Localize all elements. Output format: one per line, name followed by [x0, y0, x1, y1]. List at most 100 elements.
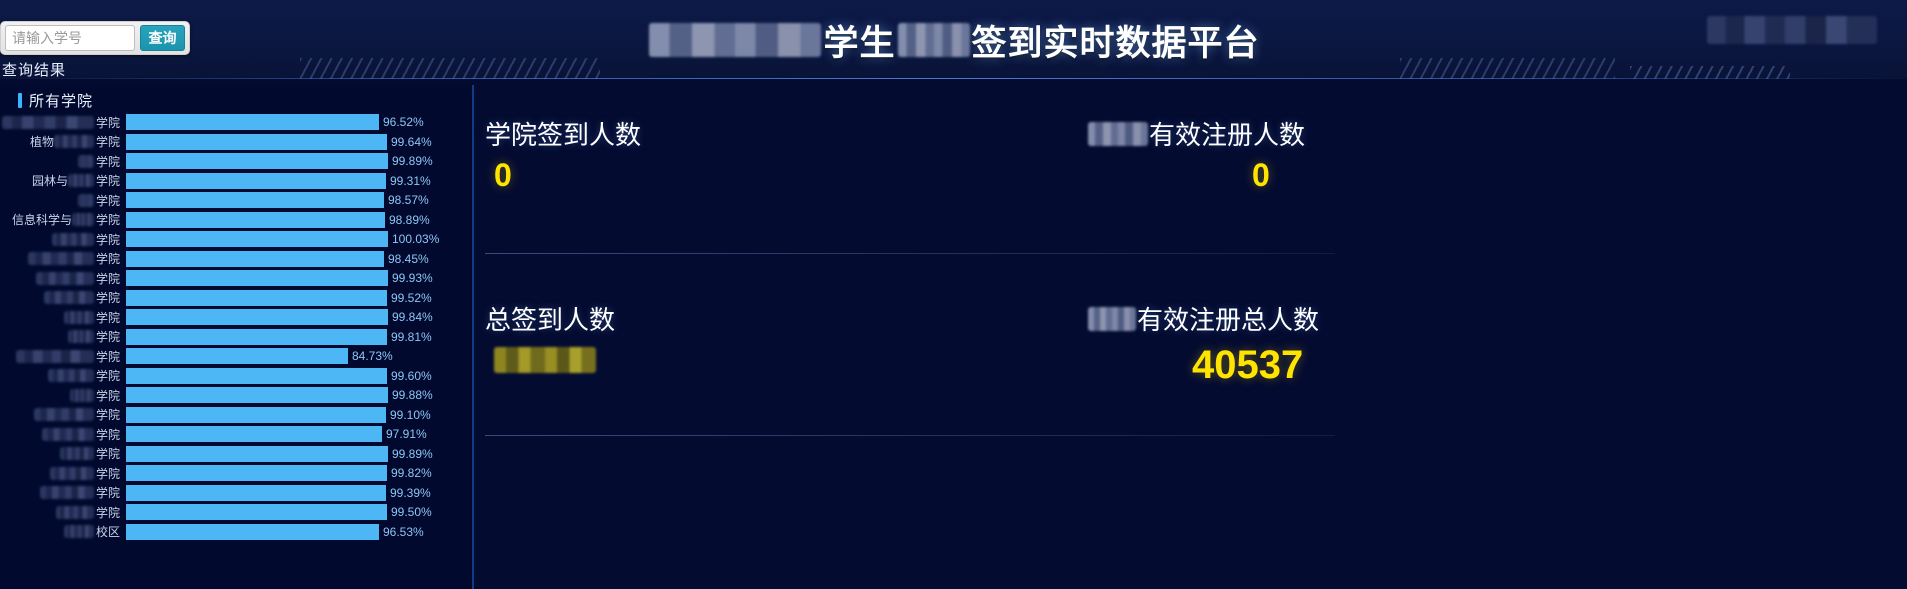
chart-row-label: 植物 学院 [0, 133, 126, 150]
chart-bar[interactable] [126, 211, 385, 228]
chart-row-label: 学院 [0, 465, 126, 482]
page-title: 学生 签到实时数据平台 [647, 15, 1259, 66]
chart-bar[interactable] [126, 172, 386, 189]
panel-accent-bar-icon [18, 93, 22, 108]
chart-row-label-redaction [33, 408, 94, 421]
chart-row-label-redaction [47, 369, 94, 382]
stat-total-signin-count-value [494, 347, 596, 373]
chart-row-label-redaction [41, 427, 94, 441]
chart-bar-track: 99.50% [126, 504, 472, 520]
chart-row[interactable]: 学院 99.60% [0, 367, 472, 385]
chart-row-label: 学院 [0, 406, 126, 423]
search-input[interactable] [5, 25, 135, 51]
stat-total-valid-registration-label-wrap: 有效注册总人数 [1088, 300, 1319, 337]
chart-bar[interactable] [126, 504, 387, 520]
chart-row[interactable]: 学院 96.52% [0, 113, 472, 131]
chart-bar-track: 99.64% [126, 133, 472, 150]
chart-row-label: 学院 [0, 367, 126, 384]
chart-row-label: 学院 [0, 250, 126, 267]
chart-row[interactable]: 学院 84.73% [0, 347, 472, 365]
chart-row[interactable]: 植物 学院 99.64% [0, 133, 472, 151]
chart-bar-value-label: 97.91% [386, 427, 427, 441]
stat-total-signin-count-label-wrap: 总签到人数 [485, 300, 615, 337]
chart-row[interactable]: 学院 99.50% [0, 503, 472, 521]
chart-row[interactable]: 校区 96.53% [0, 523, 472, 541]
chart-row-label-suffix: 学院 [95, 388, 120, 403]
chart-row-label-suffix: 学院 [95, 115, 120, 130]
chart-bar[interactable] [126, 309, 388, 325]
chart-bar-track: 96.53% [126, 523, 472, 540]
chart-row-label-redaction [35, 271, 94, 285]
chart-bar[interactable] [126, 387, 388, 403]
statistics-panel: 学院签到人数 0 有效注册人数 0 总签到人数 有效注册总人数 40537 [480, 85, 1907, 589]
chart-bar-value-label: 99.93% [392, 271, 433, 285]
chart-bar[interactable] [126, 270, 388, 286]
chart-row-label-redaction [55, 505, 94, 519]
chart-row[interactable]: 学院 99.88% [0, 386, 472, 404]
title-redaction-block-2 [897, 23, 970, 57]
chart-bar-value-label: 99.50% [391, 505, 432, 519]
page-title-part-1: 学生 [823, 23, 896, 63]
stat-total-valid-registration-value-wrap: 40537 [1192, 343, 1303, 388]
search-button[interactable]: 查询 [140, 25, 185, 51]
chart-row-label: 校区 [0, 523, 126, 540]
chart-bar-track: 98.57% [126, 192, 472, 208]
chart-bar[interactable] [126, 328, 387, 345]
chart-row-label-redaction [63, 310, 94, 324]
chart-row-label: 学院 [0, 289, 126, 306]
chart-bar-value-label: 96.53% [383, 524, 424, 539]
chart-bar[interactable] [126, 231, 388, 247]
chart-bar-track: 99.60% [126, 367, 472, 384]
chart-row[interactable]: 学院 99.82% [0, 464, 472, 482]
chart-row[interactable]: 信息科学与 学院 98.89% [0, 211, 472, 229]
chart-bar[interactable] [126, 348, 348, 364]
page-title-wrapper: 学生 签到实时数据平台 [0, 14, 1907, 66]
chart-bar[interactable] [126, 426, 382, 442]
chart-row[interactable]: 学院 99.93% [0, 269, 472, 287]
chart-bar-value-label: 99.89% [392, 154, 433, 168]
chart-bar-value-label: 99.39% [390, 485, 431, 500]
stat-college-signin-count-value-wrap: 0 [494, 157, 512, 194]
chart-row[interactable]: 学院 99.52% [0, 289, 472, 307]
stat-total-signin-count-redaction [494, 347, 596, 373]
chart-bar[interactable] [126, 523, 379, 540]
chart-row-label: 信息科学与 学院 [0, 211, 126, 228]
chart-bar-track: 99.31% [126, 172, 472, 189]
chart-row-label-redaction [67, 174, 94, 187]
chart-bar[interactable] [126, 192, 384, 208]
chart-bar-track: 99.39% [126, 484, 472, 501]
chart-row[interactable]: 园林与 学院 99.31% [0, 172, 472, 190]
chart-row-label-redaction [51, 232, 94, 246]
chart-row[interactable]: 学院 99.39% [0, 484, 472, 502]
chart-row[interactable]: 学院 100.03% [0, 230, 472, 248]
chart-row-label: 学院 [0, 484, 126, 501]
chart-row[interactable]: 学院 99.89% [0, 445, 472, 463]
chart-bar[interactable] [126, 367, 387, 384]
chart-bar[interactable] [126, 250, 384, 267]
college-signin-rate-bar-chart: 学院 96.52% 植物 学院 99.64% 学院 99.89% 园林与 学院 99.31% 学院 9… [0, 113, 472, 583]
chart-row-label-prefix: 园林与 [31, 174, 68, 188]
chart-row[interactable]: 学院 98.45% [0, 250, 472, 268]
chart-row[interactable]: 学院 99.81% [0, 328, 472, 346]
chart-bar[interactable] [126, 289, 387, 306]
chart-row-label-suffix: 校区 [95, 525, 120, 539]
chart-row[interactable]: 学院 98.57% [0, 191, 472, 209]
stat-total-valid-registration-label-redaction [1088, 306, 1136, 331]
chart-row-label-redaction [27, 252, 94, 265]
chart-bar[interactable] [126, 406, 386, 423]
chart-bar[interactable] [126, 114, 379, 130]
chart-row[interactable]: 学院 99.89% [0, 152, 472, 170]
chart-row-label-redaction [63, 525, 94, 538]
chart-row-label: 学院 [0, 348, 126, 365]
chart-bar[interactable] [126, 153, 388, 169]
chart-row[interactable]: 学院 99.84% [0, 308, 472, 326]
chart-row[interactable]: 学院 99.10% [0, 406, 472, 424]
chart-row-label-suffix: 学院 [95, 174, 120, 188]
chart-bar[interactable] [126, 484, 386, 501]
chart-row[interactable]: 学院 97.91% [0, 425, 472, 443]
chart-bar[interactable] [126, 445, 388, 462]
chart-bar[interactable] [126, 133, 387, 150]
chart-bar[interactable] [126, 465, 387, 481]
stat-valid-registration-count-label: 有效注册人数 [1088, 115, 1305, 152]
chart-bar-value-label: 99.31% [390, 173, 431, 188]
